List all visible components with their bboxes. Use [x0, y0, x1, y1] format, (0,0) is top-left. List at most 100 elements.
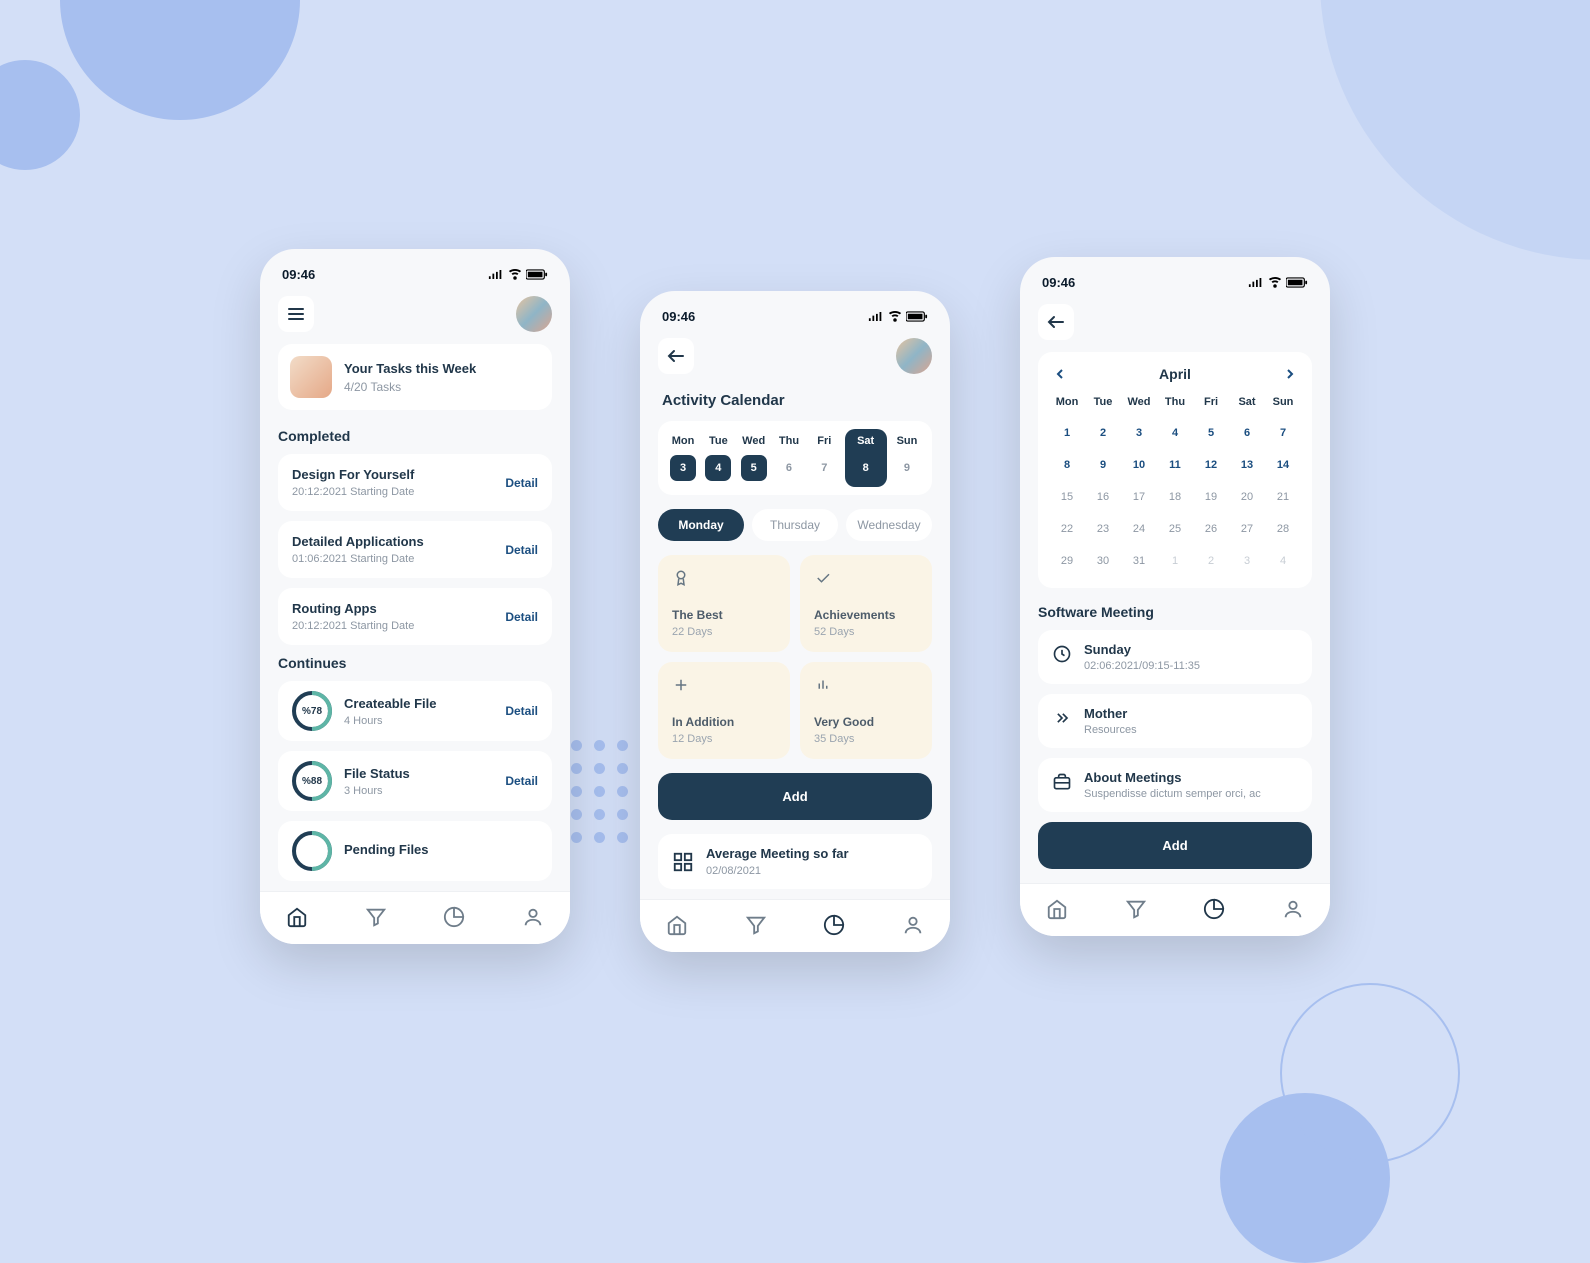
banner-title: Your Tasks this Week — [344, 361, 476, 376]
calendar-day[interactable]: 10 — [1124, 452, 1154, 478]
next-month-icon[interactable] — [1282, 366, 1298, 382]
calendar-day[interactable]: 4 — [1160, 420, 1190, 446]
nav-profile-icon[interactable] — [522, 906, 544, 928]
detail-link[interactable]: Detail — [505, 543, 538, 557]
calendar-day[interactable]: 1 — [1052, 420, 1082, 446]
calendar-day[interactable]: 3 — [1232, 548, 1262, 574]
meeting-card[interactable]: About MeetingsSuspendisse dictum semper … — [1038, 758, 1312, 812]
day-column[interactable]: Tue4 — [705, 435, 731, 481]
stat-tile[interactable]: The Best22 Days — [658, 555, 790, 652]
day-column[interactable]: Fri7 — [811, 435, 837, 481]
add-button[interactable]: Add — [658, 773, 932, 820]
nav-chart-icon[interactable] — [1203, 898, 1225, 920]
progress-card[interactable]: %78Createable File4 HoursDetail — [278, 681, 552, 741]
task-title: File Status — [344, 766, 493, 781]
add-button[interactable]: Add — [1038, 822, 1312, 869]
calendar-day[interactable]: 28 — [1268, 516, 1298, 542]
nav-chart-icon[interactable] — [823, 914, 845, 936]
nav-filter-icon[interactable] — [1125, 898, 1147, 920]
calendar-day[interactable]: 26 — [1196, 516, 1226, 542]
menu-button[interactable] — [278, 296, 314, 332]
calendar-day[interactable]: 7 — [1268, 420, 1298, 446]
calendar-day[interactable]: 13 — [1232, 452, 1262, 478]
calendar-day[interactable]: 30 — [1088, 548, 1118, 574]
calendar-day[interactable]: 11 — [1160, 452, 1190, 478]
nav-filter-icon[interactable] — [745, 914, 767, 936]
stat-tile[interactable]: In Addition12 Days — [658, 662, 790, 759]
weekday-label: Tue — [1088, 396, 1118, 414]
calendar-day[interactable]: 23 — [1088, 516, 1118, 542]
tile-sub: 12 Days — [672, 733, 776, 745]
calendar-day[interactable]: 5 — [1196, 420, 1226, 446]
calendar-day[interactable]: 21 — [1268, 484, 1298, 510]
check-icon — [814, 569, 832, 587]
calendar-day[interactable]: 1 — [1160, 548, 1190, 574]
tile-sub: 52 Days — [814, 626, 918, 638]
bottom-nav — [1020, 883, 1330, 936]
progress-card[interactable]: Pending Files — [278, 821, 552, 881]
calendar-day[interactable]: 19 — [1196, 484, 1226, 510]
briefcase-icon — [1052, 772, 1072, 792]
back-button[interactable] — [658, 338, 694, 374]
calendar-day[interactable]: 17 — [1124, 484, 1154, 510]
bottom-nav — [260, 891, 570, 944]
task-card[interactable]: Routing Apps20:12:2021 Starting DateDeta… — [278, 588, 552, 645]
task-card[interactable]: Design For Yourself20:12:2021 Starting D… — [278, 454, 552, 511]
day-column[interactable]: Thu6 — [776, 435, 802, 481]
progress-card[interactable]: %88File Status3 HoursDetail — [278, 751, 552, 811]
stat-tile[interactable]: Achievements52 Days — [800, 555, 932, 652]
day-column[interactable]: Sat8 — [845, 429, 887, 487]
calendar-day[interactable]: 20 — [1232, 484, 1262, 510]
calendar-day[interactable]: 15 — [1052, 484, 1082, 510]
day-pill[interactable]: Monday — [658, 509, 744, 541]
calendar-day[interactable]: 22 — [1052, 516, 1082, 542]
calendar-day[interactable]: 29 — [1052, 548, 1082, 574]
calendar-day[interactable]: 9 — [1088, 452, 1118, 478]
weekday-label: Sat — [1232, 396, 1262, 414]
day-column[interactable]: Mon3 — [670, 435, 696, 481]
average-card[interactable]: Average Meeting so far 02/08/2021 — [658, 834, 932, 889]
calendar-day[interactable]: 31 — [1124, 548, 1154, 574]
nav-home-icon[interactable] — [1046, 898, 1068, 920]
calendar-day[interactable]: 24 — [1124, 516, 1154, 542]
meeting-card[interactable]: Sunday02:06:2021/09:15-11:35 — [1038, 630, 1312, 684]
calendar-day[interactable]: 3 — [1124, 420, 1154, 446]
calendar-day[interactable]: 14 — [1268, 452, 1298, 478]
day-pill[interactable]: Thursday — [752, 509, 838, 541]
avatar[interactable] — [516, 296, 552, 332]
prev-month-icon[interactable] — [1052, 366, 1068, 382]
nav-chart-icon[interactable] — [443, 906, 465, 928]
calendar-day[interactable]: 12 — [1196, 452, 1226, 478]
day-column[interactable]: Sun9 — [894, 435, 920, 481]
calendar-day[interactable]: 18 — [1160, 484, 1190, 510]
calendar-day[interactable]: 25 — [1160, 516, 1190, 542]
detail-link[interactable]: Detail — [505, 610, 538, 624]
detail-link[interactable]: Detail — [505, 774, 538, 788]
calendar-day[interactable]: 6 — [1232, 420, 1262, 446]
task-card[interactable]: Detailed Applications01:06:2021 Starting… — [278, 521, 552, 578]
calendar-day[interactable]: 2 — [1196, 548, 1226, 574]
nav-profile-icon[interactable] — [1282, 898, 1304, 920]
day-label: Sat — [857, 435, 874, 447]
calendar-day[interactable]: 4 — [1268, 548, 1298, 574]
avatar[interactable] — [896, 338, 932, 374]
detail-link[interactable]: Detail — [505, 476, 538, 490]
clock-icon — [1052, 644, 1072, 664]
back-button[interactable] — [1038, 304, 1074, 340]
award-icon — [672, 569, 690, 587]
calendar-day[interactable]: 27 — [1232, 516, 1262, 542]
meeting-card[interactable]: MotherResources — [1038, 694, 1312, 748]
nav-home-icon[interactable] — [286, 906, 308, 928]
nav-filter-icon[interactable] — [365, 906, 387, 928]
day-column[interactable]: Wed5 — [741, 435, 767, 481]
detail-link[interactable]: Detail — [505, 704, 538, 718]
day-pill[interactable]: Wednesday — [846, 509, 932, 541]
calendar-day[interactable]: 2 — [1088, 420, 1118, 446]
tasks-banner[interactable]: Your Tasks this Week 4/20 Tasks — [278, 344, 552, 410]
calendar-day[interactable]: 8 — [1052, 452, 1082, 478]
nav-home-icon[interactable] — [666, 914, 688, 936]
nav-profile-icon[interactable] — [902, 914, 924, 936]
avg-title: Average Meeting so far — [706, 846, 849, 861]
stat-tile[interactable]: Very Good35 Days — [800, 662, 932, 759]
calendar-day[interactable]: 16 — [1088, 484, 1118, 510]
